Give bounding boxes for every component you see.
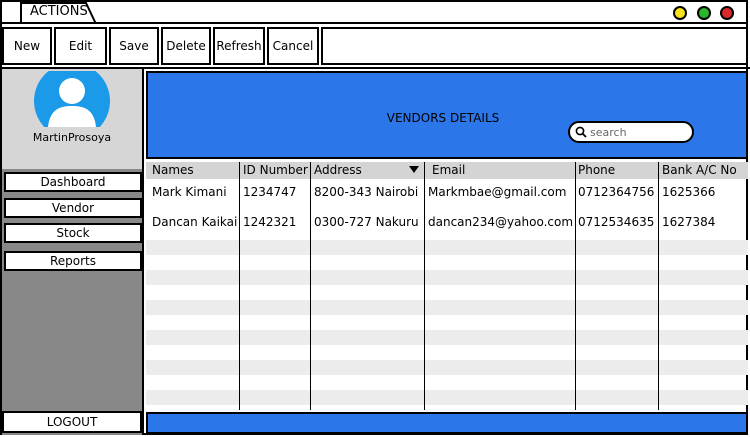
avatar-icon [34, 71, 110, 127]
col-header-names[interactable]: Names [152, 162, 194, 178]
sidebar-item-reports[interactable]: Reports [4, 251, 142, 271]
toolbar: New Edit Save Delete Refresh Cancel [2, 24, 748, 68]
profile-panel: MartinProsoya [2, 69, 142, 169]
col-header-email[interactable]: Email [432, 162, 465, 178]
cell-address: 0300-727 Nakuru [314, 215, 419, 229]
sidebar-item-stock[interactable]: Stock [4, 223, 142, 243]
main-footer-bar [146, 412, 748, 434]
sidebar-item-vendor[interactable]: Vendor [4, 198, 142, 218]
new-button[interactable]: New [2, 27, 52, 65]
cell-phone: 0712364756 [578, 185, 655, 199]
edit-button[interactable]: Edit [54, 27, 107, 65]
column-divider [575, 162, 576, 410]
search-input[interactable] [590, 124, 688, 140]
save-button[interactable]: Save [109, 27, 159, 65]
cell-name: Mark Kimani [152, 185, 227, 199]
cell-address: 8200-343 Nairobi [314, 185, 419, 199]
logout-button[interactable]: LOGOUT [2, 411, 142, 433]
actions-tab[interactable]: ACTIONS [30, 4, 88, 20]
col-header-phone[interactable]: Phone [578, 162, 615, 178]
delete-button[interactable]: Delete [161, 27, 211, 65]
column-divider [239, 162, 240, 410]
refresh-button[interactable]: Refresh [213, 27, 265, 65]
cell-id-number: 1242321 [243, 215, 297, 229]
cell-email: dancan234@yahoo.com [428, 215, 574, 229]
column-divider [310, 162, 311, 410]
sidebar-divider [142, 69, 144, 435]
column-divider [658, 162, 659, 410]
cell-id-number: 1234747 [243, 185, 297, 199]
cell-email: Markmbae@gmail.com [428, 185, 567, 199]
search-box[interactable] [568, 121, 694, 143]
maximize-button[interactable] [697, 6, 711, 20]
main-header: VENDORS DETAILS [146, 71, 748, 159]
cell-bank-ac: 1627384 [662, 215, 716, 229]
sidebar: MartinProsoya Dashboard Vendor Stock Rep… [2, 69, 142, 435]
cell-bank-ac: 1625366 [662, 185, 716, 199]
search-icon [575, 126, 587, 138]
col-header-bank-ac[interactable]: Bank A/C No [662, 162, 737, 178]
cell-phone: 0712534635 [578, 215, 655, 229]
cell-name: Dancan Kaikai [152, 215, 238, 229]
minimize-button[interactable] [673, 6, 687, 20]
sidebar-item-dashboard[interactable]: Dashboard [4, 172, 142, 192]
column-divider [424, 162, 425, 410]
col-header-address[interactable]: Address [314, 162, 362, 178]
cancel-button[interactable]: Cancel [267, 27, 319, 65]
toolbar-empty-area [321, 27, 748, 65]
dropdown-arrow-icon[interactable] [409, 166, 419, 173]
username-label: MartinProsoya [32, 131, 112, 144]
col-header-id-number[interactable]: ID Number [243, 162, 308, 178]
close-button[interactable] [720, 6, 734, 20]
